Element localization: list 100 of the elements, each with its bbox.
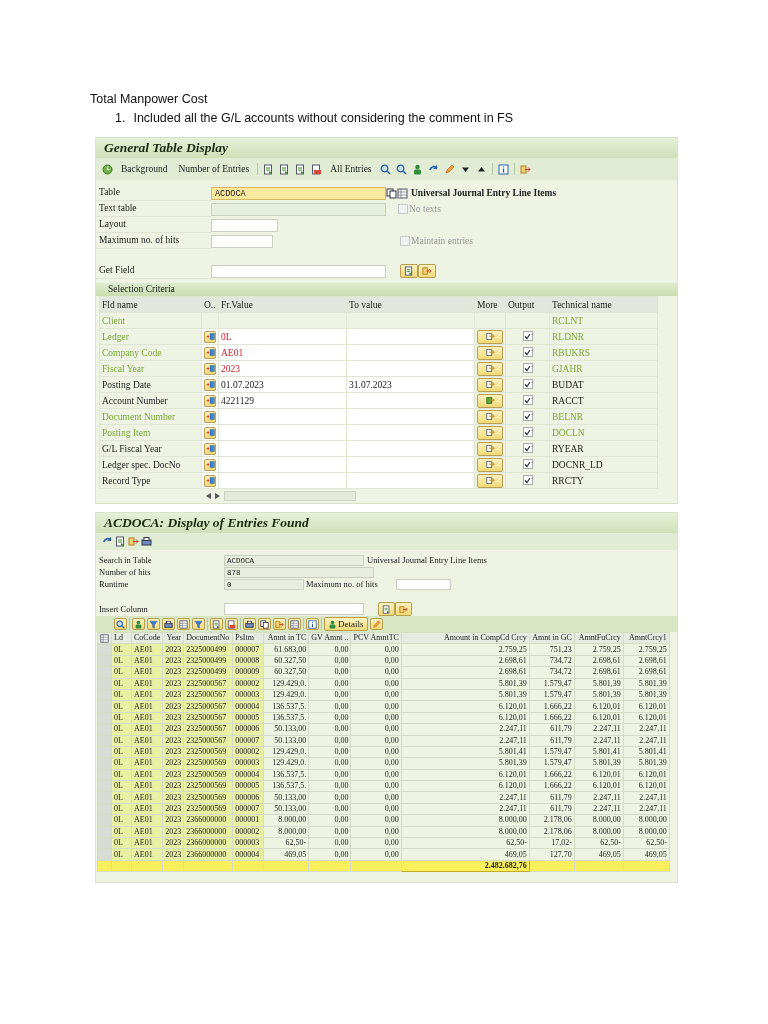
column-header[interactable]: CoCode <box>131 632 163 644</box>
max-hits-field[interactable] <box>396 578 451 590</box>
table-cell: 62,50- <box>401 837 530 849</box>
table-cell: 50.133,00 <box>263 735 309 747</box>
output-checkbox[interactable] <box>522 459 533 470</box>
insert-button[interactable] <box>395 602 412 616</box>
grid-toolbar-button[interactable] <box>192 618 205 630</box>
scroll-right-icon[interactable] <box>215 493 220 499</box>
options-button[interactable] <box>204 330 216 343</box>
options-button[interactable] <box>204 346 216 359</box>
grid-icon[interactable] <box>397 187 408 199</box>
output-checkbox[interactable] <box>522 395 533 406</box>
more-button[interactable] <box>477 361 503 376</box>
options-button[interactable] <box>204 394 216 407</box>
output-checkbox[interactable] <box>522 347 533 358</box>
from-value-field[interactable]: 4221129 <box>221 395 254 406</box>
column-header[interactable]: AmntFuCrcy <box>574 632 624 644</box>
more-button[interactable] <box>477 473 503 488</box>
more-button[interactable] <box>477 441 503 456</box>
more-button[interactable] <box>477 393 503 408</box>
output-checkbox[interactable] <box>522 411 533 422</box>
document-icon[interactable] <box>311 163 323 175</box>
output-checkbox[interactable] <box>522 427 533 438</box>
input-field[interactable] <box>211 234 273 248</box>
get-field-input[interactable] <box>211 264 386 278</box>
more-button[interactable] <box>477 409 503 424</box>
export-icon[interactable] <box>128 536 139 547</box>
toolbar-button[interactable]: Number of Entries <box>175 164 253 174</box>
table-cell: 0L <box>111 712 132 724</box>
table-cell: 000004 <box>232 769 264 781</box>
from-value-field[interactable]: 2023 <box>221 363 240 374</box>
grid-toolbar-button[interactable] <box>147 618 160 630</box>
grid-toolbar-button[interactable] <box>162 618 175 630</box>
output-checkbox[interactable] <box>522 363 533 374</box>
pencil-icon[interactable] <box>443 163 455 175</box>
output-checkbox[interactable] <box>522 475 533 486</box>
output-checkbox[interactable] <box>522 331 533 342</box>
insert-button[interactable] <box>378 602 395 616</box>
options-button[interactable] <box>204 410 216 423</box>
details-button[interactable]: Details <box>324 617 368 631</box>
options-icon <box>205 476 215 485</box>
grid-toolbar-button[interactable] <box>132 618 145 630</box>
options-button[interactable] <box>204 426 216 439</box>
more-button[interactable] <box>477 329 503 344</box>
column-header[interactable]: Amnt in TC <box>263 632 309 644</box>
insert-button[interactable] <box>418 264 436 278</box>
table-field[interactable]: ACDOCA <box>211 186 386 200</box>
options-button[interactable] <box>204 442 216 455</box>
column-header[interactable]: DocumentNo <box>183 632 233 644</box>
table-cell: 0L <box>111 803 132 815</box>
insert-column-field[interactable] <box>224 603 364 615</box>
insert-button[interactable] <box>400 264 418 278</box>
more-button[interactable] <box>477 377 503 392</box>
column-header[interactable]: Year <box>162 632 184 644</box>
person-icon[interactable] <box>411 163 423 175</box>
grid-toolbar-button[interactable] <box>243 618 256 630</box>
input-field[interactable] <box>211 218 278 232</box>
info-icon[interactable] <box>497 163 509 175</box>
scrollbar-thumb[interactable] <box>224 491 356 501</box>
toolbar-button[interactable]: Background <box>118 164 171 174</box>
options-button[interactable] <box>204 362 216 375</box>
copy-icon[interactable] <box>386 187 397 199</box>
grid-toolbar-button[interactable] <box>306 618 319 630</box>
grid-toolbar-button[interactable] <box>114 618 127 630</box>
from-value-field[interactable]: AE01 <box>221 347 244 358</box>
column-header[interactable]: PsItm <box>232 632 264 644</box>
grid-toolbar-button[interactable] <box>225 618 238 630</box>
grid-icon[interactable] <box>100 633 109 643</box>
document-icon[interactable] <box>279 163 291 175</box>
column-header[interactable]: Amnt in GC <box>529 632 575 644</box>
zoom-icon[interactable] <box>395 163 407 175</box>
column-header[interactable]: AmntCrcy1 <box>623 632 670 644</box>
column-header[interactable]: GV Amnt .. <box>308 632 351 644</box>
export-icon[interactable] <box>519 163 531 175</box>
toolbar-button[interactable]: All Entries <box>327 164 375 174</box>
zoom-icon[interactable] <box>379 163 391 175</box>
column-header[interactable]: Ld <box>111 632 132 644</box>
more-button[interactable] <box>477 425 503 440</box>
document-icon[interactable] <box>115 536 126 547</box>
options-button[interactable] <box>204 474 216 487</box>
options-button[interactable] <box>204 458 216 471</box>
clock-icon[interactable] <box>102 163 113 175</box>
more-button[interactable] <box>477 345 503 360</box>
from-value-field[interactable]: 0L <box>221 331 232 342</box>
options-button[interactable] <box>204 378 216 391</box>
grid-toolbar-button[interactable] <box>258 618 271 630</box>
output-checkbox[interactable] <box>522 379 533 390</box>
scroll-left-icon[interactable] <box>206 493 211 499</box>
table-cell: 5.801,39 <box>574 689 624 701</box>
print-icon[interactable] <box>141 536 152 547</box>
column-header[interactable]: Amount in CompCd Crcy <box>401 632 530 644</box>
output-checkbox[interactable] <box>522 443 533 454</box>
document-icon[interactable] <box>295 163 307 175</box>
table-cell: 1.666,22 <box>529 780 575 792</box>
table-cell: 2325000567 <box>183 678 233 690</box>
more-button[interactable] <box>477 457 503 472</box>
table-cell: 5.801,39 <box>574 678 624 690</box>
grid-toolbar-button[interactable] <box>273 618 286 630</box>
document-icon[interactable] <box>263 163 275 175</box>
column-header[interactable]: PCV AmntTC <box>350 632 402 644</box>
